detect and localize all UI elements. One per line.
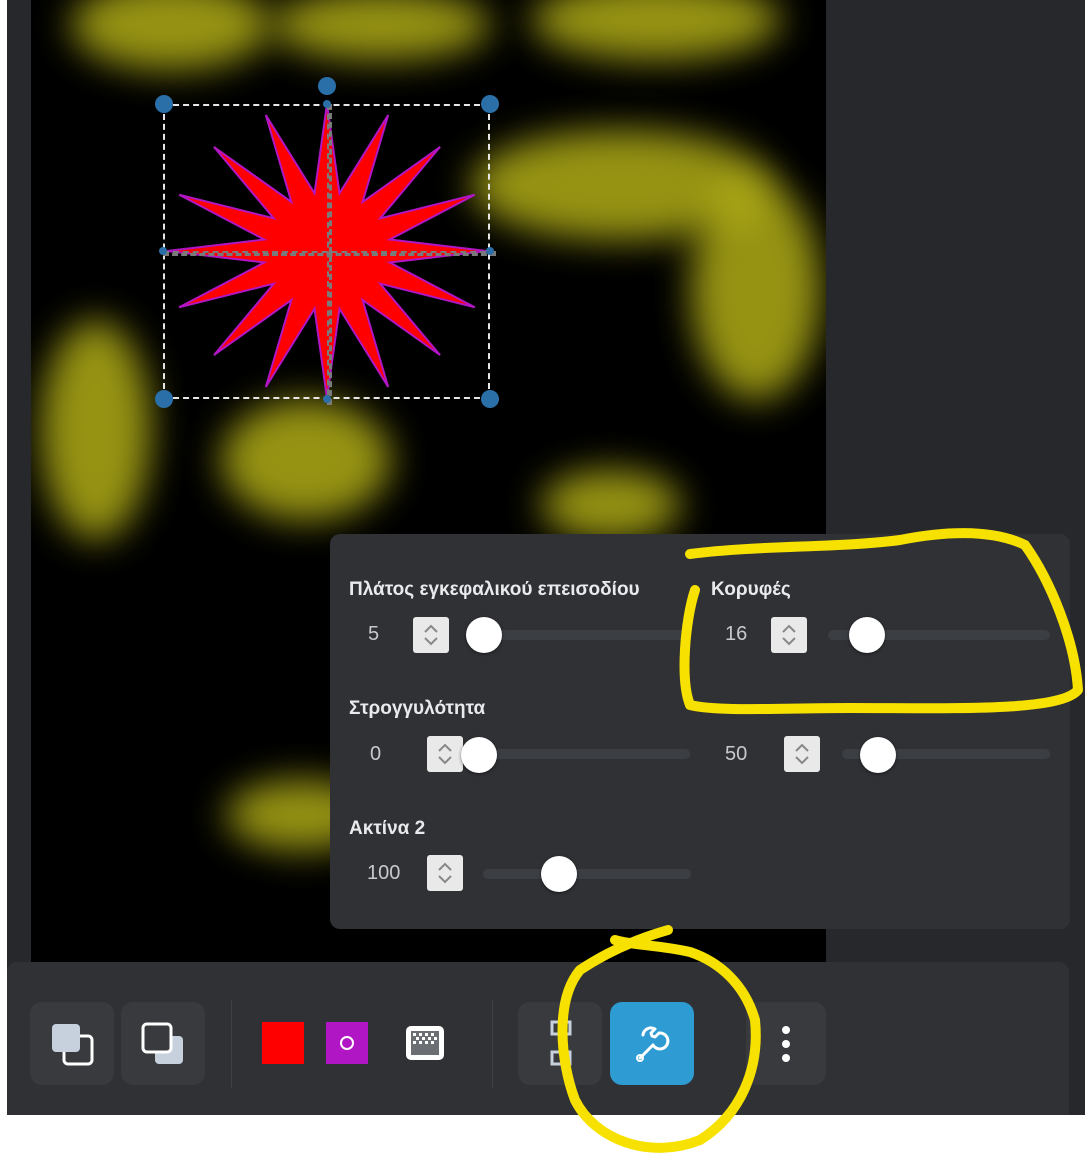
stroke-width-stepper[interactable]: [413, 617, 449, 653]
stroke-width-slider-thumb[interactable]: [466, 617, 502, 653]
vertices-label: Κορυφές: [711, 579, 791, 600]
more-icon: [782, 1026, 790, 1062]
stroke-color-icon: [340, 1036, 354, 1050]
bring-forward-icon: [52, 1024, 94, 1066]
vertices-value[interactable]: 16: [725, 623, 747, 646]
wrench-icon: [636, 1026, 670, 1062]
background-glow: [531, 0, 781, 60]
send-backward-button[interactable]: [121, 1002, 205, 1085]
rotate-handle[interactable]: [318, 77, 336, 95]
roundness2-stepper[interactable]: [784, 736, 820, 772]
pattern-button[interactable]: [404, 1022, 446, 1064]
stroke-width-value[interactable]: 5: [368, 623, 379, 646]
resize-handle-left[interactable]: [159, 247, 167, 255]
roundness-slider-thumb[interactable]: [461, 737, 497, 773]
roundness-slider-track[interactable]: [466, 749, 690, 759]
background-glow: [71, 0, 271, 70]
resize-handle-top-left[interactable]: [155, 95, 173, 113]
stepper-arrows-icon: [782, 624, 796, 646]
roundness2-slider-thumb[interactable]: [860, 737, 896, 773]
roundness-stepper[interactable]: [427, 736, 463, 772]
roundness-label: Στρογγυλότητα: [349, 698, 486, 719]
resize-handle-right[interactable]: [486, 247, 494, 255]
radius2-label: Ακτίνα 2: [349, 818, 426, 839]
center-guide-horizontal: [163, 251, 496, 256]
stepper-arrows-icon: [438, 743, 452, 765]
pattern-icon: [406, 1026, 444, 1060]
background-glow: [541, 470, 681, 540]
stepper-arrows-icon: [795, 743, 809, 765]
background-glow: [691, 180, 821, 400]
toolbar-divider: [492, 1000, 493, 1088]
roundness-value[interactable]: 0: [370, 743, 381, 766]
stroke-width-label: Πλάτος εγκεφαλικού επεισοδίου: [349, 579, 640, 600]
align-button[interactable]: [518, 1002, 602, 1085]
roundness2-value[interactable]: 50: [725, 743, 747, 766]
radius2-slider-track[interactable]: [483, 869, 691, 879]
stepper-arrows-icon: [438, 862, 452, 884]
vertices-slider-thumb[interactable]: [849, 617, 885, 653]
background-glow: [221, 400, 391, 520]
resize-handle-top[interactable]: [323, 100, 331, 108]
resize-handle-bottom[interactable]: [323, 395, 331, 403]
radius2-slider-thumb[interactable]: [541, 856, 577, 892]
resize-handle-bottom-right[interactable]: [481, 390, 499, 408]
resize-handle-bottom-left[interactable]: [155, 390, 173, 408]
shape-settings-button[interactable]: [610, 1002, 694, 1085]
background-glow: [271, 0, 491, 60]
more-options-button[interactable]: [746, 1002, 826, 1085]
fill-color-swatch[interactable]: [262, 1022, 304, 1064]
bring-forward-button[interactable]: [30, 1002, 114, 1085]
vertices-stepper[interactable]: [771, 617, 807, 653]
align-icon: [550, 1020, 572, 1066]
stroke-color-swatch[interactable]: [326, 1022, 368, 1064]
send-backward-icon: [141, 1022, 183, 1064]
radius2-value[interactable]: 100: [367, 862, 400, 885]
resize-handle-top-right[interactable]: [481, 95, 499, 113]
stepper-arrows-icon: [424, 624, 438, 646]
background-glow: [41, 320, 151, 540]
radius2-stepper[interactable]: [427, 855, 463, 891]
toolbar-divider: [231, 1000, 232, 1088]
